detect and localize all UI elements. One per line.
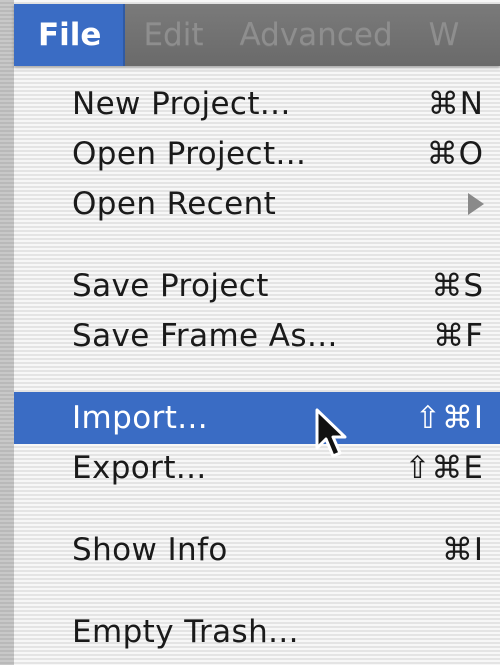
submenu-arrow-icon bbox=[468, 193, 484, 215]
menu-item-label: Empty Trash... bbox=[72, 614, 299, 650]
menu-item-shortcut: ⌘O bbox=[426, 136, 484, 172]
background-edge bbox=[0, 0, 14, 665]
menubar-file[interactable]: File bbox=[14, 4, 126, 66]
menu-item-shortcut: ⌘S bbox=[431, 268, 484, 304]
menu-item-shortcut: ⇧⌘I bbox=[414, 400, 484, 436]
menu-item-import[interactable]: Import... ⇧⌘I bbox=[14, 392, 500, 444]
menu-item-label: Export... bbox=[72, 450, 207, 486]
menu-item-shortcut: ⌘I bbox=[441, 532, 484, 568]
menu-item-save-frame-as[interactable]: Save Frame As... ⌘F bbox=[14, 310, 500, 362]
menu-item-label: Open Recent bbox=[72, 186, 277, 222]
file-menu: New Project... ⌘N Open Project... ⌘O Ope… bbox=[14, 66, 500, 665]
menu-item-label: Open Project... bbox=[72, 136, 307, 172]
menubar-window[interactable]: W bbox=[411, 4, 478, 66]
menu-item-save-project[interactable]: Save Project ⌘S bbox=[14, 260, 500, 312]
menu-item-label: Import... bbox=[72, 400, 209, 436]
menu-item-shortcut: ⇧⌘E bbox=[404, 450, 484, 486]
mouse-pointer-icon bbox=[315, 408, 347, 458]
menu-item-shortcut: ⌘F bbox=[433, 318, 484, 354]
menu-item-label: New Project... bbox=[72, 86, 291, 122]
menu-item-new-project[interactable]: New Project... ⌘N bbox=[14, 78, 500, 130]
menu-item-label: Save Frame As... bbox=[72, 318, 338, 354]
menubar-advanced[interactable]: Advanced bbox=[222, 4, 411, 66]
menu-item-open-project[interactable]: Open Project... ⌘O bbox=[14, 128, 500, 180]
menu-item-empty-trash[interactable]: Empty Trash... bbox=[14, 606, 500, 658]
menu-item-label: Save Project bbox=[72, 268, 269, 304]
menubar: File Edit Advanced W bbox=[14, 4, 500, 66]
menubar-edit[interactable]: Edit bbox=[125, 4, 221, 66]
menu-item-shortcut: ⌘N bbox=[427, 86, 484, 122]
menu-item-show-info[interactable]: Show Info ⌘I bbox=[14, 524, 500, 576]
menu-item-label: Show Info bbox=[72, 532, 228, 568]
menu-item-open-recent[interactable]: Open Recent bbox=[14, 178, 500, 230]
menu-item-export[interactable]: Export... ⇧⌘E bbox=[14, 442, 500, 494]
screen: File Edit Advanced W New Project... ⌘N O… bbox=[0, 0, 500, 665]
